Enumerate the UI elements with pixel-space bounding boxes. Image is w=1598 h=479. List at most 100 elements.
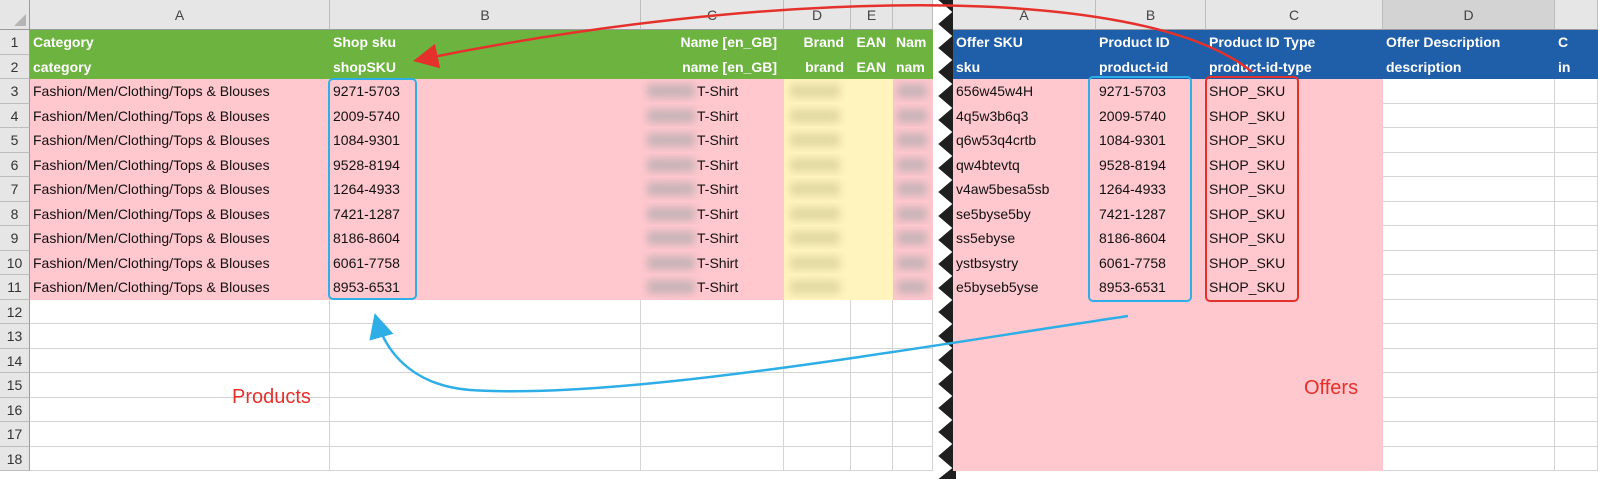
offer-sku-cell[interactable]: e5byseb5yse: [953, 275, 1096, 300]
products-header-cell[interactable]: nam: [893, 54, 933, 79]
column-header-a[interactable]: A: [30, 0, 330, 30]
empty-cell[interactable]: [784, 446, 851, 471]
offer-sku-cell[interactable]: qw4btevtq: [953, 152, 1096, 177]
row-header[interactable]: 11: [0, 275, 30, 300]
category-cell[interactable]: Fashion/Men/Clothing/Tops & Blouses: [30, 201, 330, 226]
products-header-cell[interactable]: brand: [784, 54, 851, 79]
name-cell[interactable]: T-Shirt: [641, 79, 784, 104]
empty-cell[interactable]: [893, 324, 933, 349]
offer-sku-cell[interactable]: se5byse5by: [953, 201, 1096, 226]
empty-cell[interactable]: [330, 373, 641, 398]
ean-cell[interactable]: [851, 177, 893, 202]
empty-cell[interactable]: [851, 324, 893, 349]
brand-cell[interactable]: [784, 226, 851, 251]
brand-cell[interactable]: [784, 201, 851, 226]
empty-cell[interactable]: [851, 422, 893, 447]
empty-cell[interactable]: [1383, 324, 1555, 349]
offer-description-cell[interactable]: [1383, 103, 1555, 128]
empty-cell[interactable]: [1555, 152, 1598, 177]
name-2-cell[interactable]: [893, 226, 933, 251]
row-header[interactable]: 5: [0, 128, 30, 153]
empty-cell[interactable]: [1555, 446, 1598, 471]
offer-description-cell[interactable]: [1383, 128, 1555, 153]
ean-cell[interactable]: [851, 201, 893, 226]
row-header[interactable]: 16: [0, 397, 30, 422]
row-header[interactable]: 2: [0, 54, 30, 79]
empty-cell[interactable]: [1555, 373, 1598, 398]
products-header-cell[interactable]: Shop sku: [330, 30, 641, 55]
column-header-e[interactable]: E: [851, 0, 893, 30]
offers-header-cell[interactable]: Offer Description: [1383, 30, 1555, 55]
empty-cell[interactable]: [641, 397, 784, 422]
row-header[interactable]: 18: [0, 446, 30, 471]
offer-sku-cell[interactable]: ss5ebyse: [953, 226, 1096, 251]
empty-cell[interactable]: [30, 324, 330, 349]
name-2-cell[interactable]: [893, 128, 933, 153]
empty-cell[interactable]: [330, 348, 641, 373]
row-header[interactable]: 1: [0, 30, 30, 55]
offers-header-cell[interactable]: C: [1555, 30, 1598, 55]
empty-cell[interactable]: [1383, 299, 1555, 324]
empty-pink-cell[interactable]: [953, 397, 1383, 422]
name-cell[interactable]: T-Shirt: [641, 177, 784, 202]
empty-cell[interactable]: [330, 446, 641, 471]
empty-cell[interactable]: [784, 324, 851, 349]
offers-column-header-e[interactable]: [1555, 0, 1598, 30]
name-2-cell[interactable]: [893, 152, 933, 177]
empty-cell[interactable]: [784, 348, 851, 373]
empty-pink-cell[interactable]: [953, 446, 1383, 471]
empty-cell[interactable]: [893, 373, 933, 398]
name-cell[interactable]: T-Shirt: [641, 201, 784, 226]
empty-cell[interactable]: [641, 348, 784, 373]
empty-cell[interactable]: [851, 299, 893, 324]
empty-cell[interactable]: [1555, 79, 1598, 104]
brand-cell[interactable]: [784, 177, 851, 202]
empty-pink-cell[interactable]: [953, 299, 1383, 324]
empty-cell[interactable]: [851, 373, 893, 398]
ean-cell[interactable]: [851, 103, 893, 128]
column-header-f[interactable]: [893, 0, 933, 30]
empty-cell[interactable]: [1383, 422, 1555, 447]
empty-cell[interactable]: [1555, 324, 1598, 349]
products-header-cell[interactable]: EAN: [851, 54, 893, 79]
column-header-c[interactable]: C: [641, 0, 784, 30]
brand-cell[interactable]: [784, 275, 851, 300]
name-2-cell[interactable]: [893, 201, 933, 226]
empty-cell[interactable]: [641, 446, 784, 471]
products-header-cell[interactable]: shopSKU: [330, 54, 641, 79]
products-header-cell[interactable]: Nam: [893, 30, 933, 55]
empty-cell[interactable]: [1383, 397, 1555, 422]
brand-cell[interactable]: [784, 128, 851, 153]
row-header[interactable]: 13: [0, 324, 30, 349]
category-cell[interactable]: Fashion/Men/Clothing/Tops & Blouses: [30, 103, 330, 128]
empty-cell[interactable]: [1555, 177, 1598, 202]
row-header[interactable]: 4: [0, 103, 30, 128]
empty-cell[interactable]: [1555, 226, 1598, 251]
row-header[interactable]: 14: [0, 348, 30, 373]
empty-pink-cell[interactable]: [953, 324, 1383, 349]
empty-cell[interactable]: [1555, 103, 1598, 128]
empty-cell[interactable]: [330, 324, 641, 349]
ean-cell[interactable]: [851, 152, 893, 177]
row-header[interactable]: 8: [0, 201, 30, 226]
category-cell[interactable]: Fashion/Men/Clothing/Tops & Blouses: [30, 177, 330, 202]
name-cell[interactable]: T-Shirt: [641, 103, 784, 128]
row-header[interactable]: 6: [0, 152, 30, 177]
offer-description-cell[interactable]: [1383, 152, 1555, 177]
empty-cell[interactable]: [330, 299, 641, 324]
offers-column-header-d[interactable]: D: [1383, 0, 1555, 30]
row-header[interactable]: 7: [0, 177, 30, 202]
column-header-d[interactable]: D: [784, 0, 851, 30]
offer-sku-cell[interactable]: q6w53q4crtb: [953, 128, 1096, 153]
offers-header-cell[interactable]: description: [1383, 54, 1555, 79]
row-header[interactable]: 10: [0, 250, 30, 275]
offer-description-cell[interactable]: [1383, 226, 1555, 251]
offers-column-header-a[interactable]: A: [953, 0, 1096, 30]
empty-cell[interactable]: [641, 422, 784, 447]
offer-description-cell[interactable]: [1383, 201, 1555, 226]
empty-cell[interactable]: [784, 299, 851, 324]
empty-pink-cell[interactable]: [953, 348, 1383, 373]
empty-cell[interactable]: [1555, 250, 1598, 275]
offers-header-cell[interactable]: Product ID: [1096, 30, 1206, 55]
empty-cell[interactable]: [1555, 275, 1598, 300]
